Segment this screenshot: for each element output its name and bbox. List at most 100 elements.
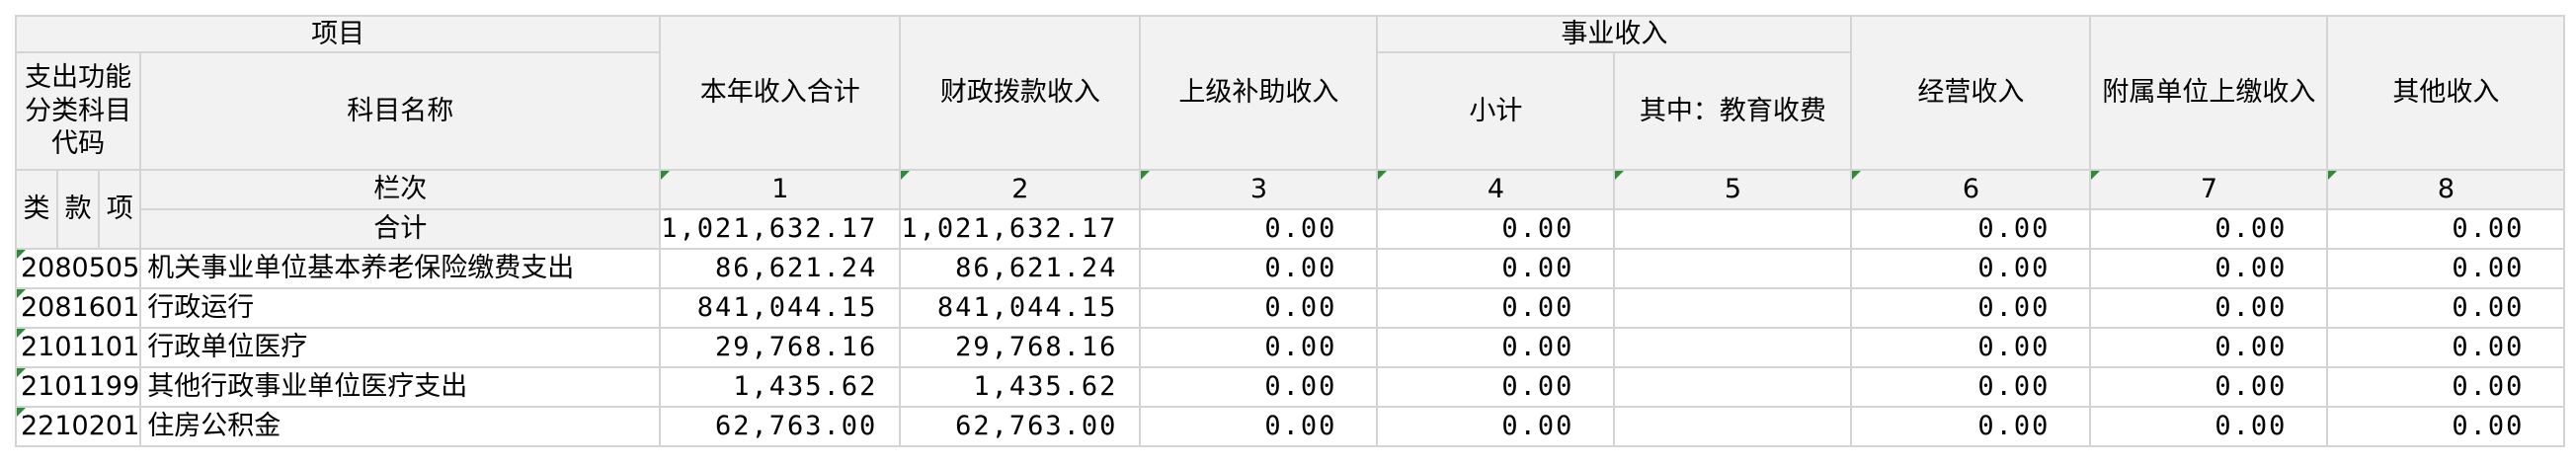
table-row: 2101101 行政单位医疗 29,768.16 29,768.16 0.00 …	[14, 327, 2566, 368]
cell-marker-icon	[18, 369, 26, 377]
total-cell[interactable]: 0.00	[1139, 208, 1379, 250]
table-row: 2101199 其他行政事业单位医疗支出 1,435.62 1,435.62 0…	[14, 366, 2566, 408]
column-number: 8	[2326, 169, 2566, 210]
cell-marker-icon	[1853, 172, 1862, 180]
value-cell[interactable]: 0.00	[1850, 248, 2092, 289]
header-func-code: 支出功能分类科目代码	[14, 51, 142, 171]
column-number: 1	[659, 169, 902, 210]
cell-marker-icon	[2092, 172, 2101, 180]
subject-code[interactable]: 2080505	[14, 248, 142, 289]
cell-marker-icon	[18, 330, 26, 338]
value-cell[interactable]: 0.00	[1139, 287, 1379, 329]
header-operating: 经营收入	[1850, 15, 2092, 171]
value-cell[interactable]: 0.00	[1139, 248, 1379, 289]
subject-name[interactable]: 行政运行	[139, 287, 662, 329]
value-cell[interactable]	[1613, 406, 1853, 447]
total-cell[interactable]: 1,021,632.17	[659, 208, 902, 250]
header-superior: 上级补助收入	[1139, 15, 1379, 171]
value-cell[interactable]: 0.00	[1850, 327, 2092, 368]
value-cell[interactable]: 841,044.15	[899, 287, 1142, 329]
value-cell[interactable]: 0.00	[1139, 366, 1379, 408]
subject-code[interactable]: 2101199	[14, 366, 142, 408]
cell-marker-icon	[1142, 172, 1151, 180]
total-cell[interactable]: 0.00	[2089, 208, 2329, 250]
header-total-income: 本年收入合计	[659, 15, 902, 171]
value-cell[interactable]: 1,435.62	[659, 366, 902, 408]
cell-marker-icon	[18, 290, 26, 298]
total-cell[interactable]: 0.00	[1376, 208, 1616, 250]
table-row: 2081601 行政运行 841,044.15 841,044.15 0.00 …	[14, 287, 2566, 329]
value-cell[interactable]: 1,435.62	[899, 366, 1142, 408]
value-cell[interactable]: 0.00	[2326, 327, 2566, 368]
value-cell[interactable]: 0.00	[1376, 248, 1616, 289]
value-cell[interactable]: 0.00	[1139, 327, 1379, 368]
column-number: 3	[1139, 169, 1379, 210]
value-cell[interactable]: 0.00	[1850, 287, 2092, 329]
total-cell[interactable]: 0.00	[1850, 208, 2092, 250]
header-education: 其中：教育收费	[1613, 51, 1853, 171]
column-number: 5	[1613, 169, 1853, 210]
value-cell[interactable]: 29,768.16	[659, 327, 902, 368]
column-number: 2	[899, 169, 1142, 210]
subject-code[interactable]: 2210201	[14, 406, 142, 447]
value-cell[interactable]: 0.00	[1376, 406, 1616, 447]
value-cell[interactable]	[1613, 287, 1853, 329]
total-cell[interactable]	[1613, 208, 1853, 250]
value-cell[interactable]: 0.00	[2326, 406, 2566, 447]
value-cell[interactable]: 0.00	[2089, 248, 2329, 289]
header-subtotal: 小计	[1376, 51, 1616, 171]
value-cell[interactable]: 0.00	[1376, 327, 1616, 368]
value-cell[interactable]: 0.00	[2326, 366, 2566, 408]
header-item: 项目	[14, 15, 662, 53]
value-cell[interactable]: 0.00	[2089, 406, 2329, 447]
total-label: 合计	[139, 208, 662, 250]
value-cell[interactable]: 62,763.00	[659, 406, 902, 447]
value-cell[interactable]: 0.00	[2326, 287, 2566, 329]
value-cell[interactable]: 0.00	[1376, 366, 1616, 408]
header-subject-name: 科目名称	[139, 51, 662, 171]
header-business: 事业收入	[1376, 15, 1853, 53]
header-item-short: 项	[98, 169, 142, 250]
total-cell[interactable]: 1,021,632.17	[899, 208, 1142, 250]
column-number: 6	[1850, 169, 2092, 210]
cell-marker-icon	[1379, 172, 1388, 180]
column-number: 4	[1376, 169, 1616, 210]
value-cell[interactable]: 62,763.00	[899, 406, 1142, 447]
header-affiliated: 附属单位上缴收入	[2089, 15, 2329, 171]
value-cell[interactable]: 0.00	[1376, 287, 1616, 329]
subject-code[interactable]: 2081601	[14, 287, 142, 329]
value-cell[interactable]: 841,044.15	[659, 287, 902, 329]
value-cell[interactable]	[1613, 366, 1853, 408]
value-cell[interactable]: 0.00	[2089, 287, 2329, 329]
value-cell[interactable]: 0.00	[2089, 327, 2329, 368]
subject-name[interactable]: 其他行政事业单位医疗支出	[139, 366, 662, 408]
value-cell[interactable]: 29,768.16	[899, 327, 1142, 368]
value-cell[interactable]: 0.00	[1850, 366, 2092, 408]
subject-name[interactable]: 机关事业单位基本养老保险缴费支出	[139, 248, 662, 289]
subject-name[interactable]: 行政单位医疗	[139, 327, 662, 368]
header-section: 款	[56, 169, 101, 250]
value-cell[interactable]: 0.00	[2089, 366, 2329, 408]
value-cell[interactable]: 0.00	[2326, 248, 2566, 289]
value-cell[interactable]: 86,621.24	[659, 248, 902, 289]
value-cell[interactable]: 86,621.24	[899, 248, 1142, 289]
subject-code[interactable]: 2101101	[14, 327, 142, 368]
header-other: 其他收入	[2326, 15, 2566, 171]
cell-marker-icon	[1616, 172, 1625, 180]
cell-marker-icon	[18, 251, 26, 259]
value-cell[interactable]	[1613, 327, 1853, 368]
total-cell[interactable]: 0.00	[2326, 208, 2566, 250]
value-cell[interactable]	[1613, 248, 1853, 289]
cell-marker-icon	[18, 409, 26, 417]
value-cell[interactable]: 0.00	[1139, 406, 1379, 447]
header-class: 类	[14, 169, 59, 250]
income-table: 项目 本年收入合计 财政拨款收入 上级补助收入 事业收入 经营收入 附属单位上缴…	[14, 15, 2566, 447]
value-cell[interactable]: 0.00	[1850, 406, 2092, 447]
cell-marker-icon	[902, 172, 911, 180]
column-number: 7	[2089, 169, 2329, 210]
header-column-no: 栏次	[139, 169, 662, 210]
table-row: 2080505 机关事业单位基本养老保险缴费支出 86,621.24 86,62…	[14, 248, 2566, 289]
header-fiscal: 财政拨款收入	[899, 15, 1142, 171]
subject-name[interactable]: 住房公积金	[139, 406, 662, 447]
table-row: 2210201 住房公积金 62,763.00 62,763.00 0.00 0…	[14, 406, 2566, 447]
